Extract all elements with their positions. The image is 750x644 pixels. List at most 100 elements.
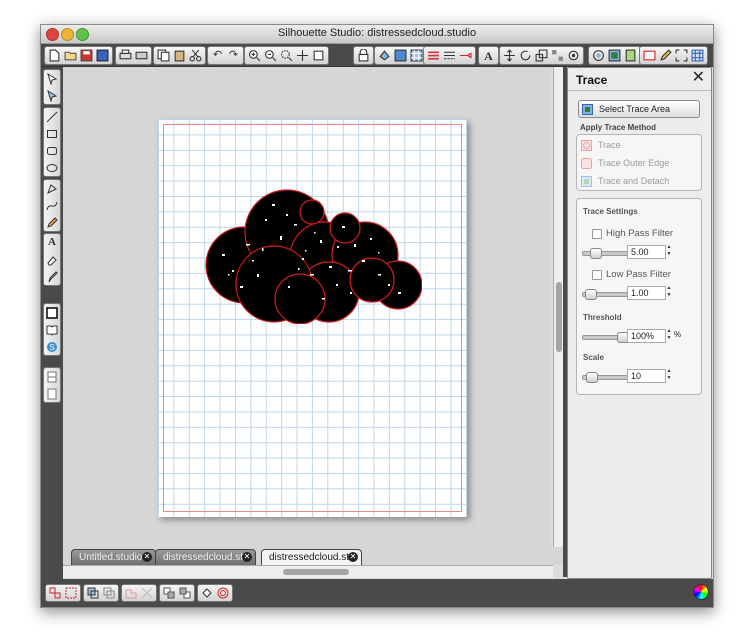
print-icon[interactable]: [118, 48, 133, 63]
copy-icon[interactable]: [156, 48, 171, 63]
compound-path-icon[interactable]: [86, 586, 100, 600]
color-wheel-icon[interactable]: [693, 584, 709, 600]
fill-color-icon[interactable]: [377, 48, 392, 63]
select-arrow-icon[interactable]: [44, 70, 60, 87]
panel-close-icon[interactable]: ✕: [692, 70, 705, 86]
high-pass-stepper[interactable]: ▲ ▼: [666, 244, 672, 258]
fullscreen-icon[interactable]: [674, 48, 689, 63]
tab-close-icon[interactable]: ✕: [142, 552, 152, 562]
page-setup-icon[interactable]: [44, 304, 60, 321]
subdivide-icon[interactable]: [140, 586, 154, 600]
vertical-scroll-thumb[interactable]: [556, 282, 562, 352]
bring-front-icon[interactable]: [162, 586, 176, 600]
zoom-out-icon[interactable]: [263, 48, 278, 63]
trace-settings-heading: Trace Settings: [583, 207, 638, 216]
ungroup-icon[interactable]: [64, 586, 78, 600]
bottom-toolbar: [41, 579, 713, 607]
paste-icon[interactable]: [172, 48, 187, 63]
pen-icon[interactable]: [658, 48, 673, 63]
fill-bucket-icon[interactable]: [200, 586, 214, 600]
scale-slider-knob[interactable]: [586, 372, 599, 383]
tab-close-icon[interactable]: ✕: [242, 552, 252, 562]
page-icon[interactable]: [623, 48, 638, 63]
threshold-stepper[interactable]: ▲ ▼: [666, 328, 672, 342]
high-pass-slider[interactable]: [582, 248, 628, 259]
knife-tool-icon[interactable]: [44, 268, 60, 285]
zoom-in-icon[interactable]: [247, 48, 262, 63]
scale-icon[interactable]: [534, 48, 549, 63]
freehand-tool-icon[interactable]: [44, 214, 60, 231]
tab-untitled[interactable]: Untitled.studio ✕: [71, 549, 156, 565]
library-book-icon[interactable]: [44, 321, 60, 338]
horizontal-scrollbar[interactable]: [63, 565, 553, 578]
design-workspace[interactable]: [63, 67, 551, 553]
pattern-icon[interactable]: [409, 48, 424, 63]
high-pass-slider-knob[interactable]: [589, 248, 602, 259]
grid-icon[interactable]: [690, 48, 705, 63]
weld-icon[interactable]: [124, 586, 138, 600]
sketch-icon[interactable]: [642, 48, 657, 63]
release-compound-icon[interactable]: [102, 586, 116, 600]
low-pass-slider-knob[interactable]: [584, 289, 597, 300]
trace-method-detach[interactable]: Trace and Detach: [581, 174, 669, 188]
scale-value-field[interactable]: 10: [627, 369, 666, 383]
panel-split-bottom-icon[interactable]: [44, 385, 60, 402]
threshold-value-field[interactable]: 100%: [627, 329, 666, 343]
text-tool-icon[interactable]: A: [44, 234, 60, 251]
fit-page-icon[interactable]: [311, 48, 326, 63]
cutting-mat-page[interactable]: [158, 119, 467, 517]
replicate-icon[interactable]: [550, 48, 565, 63]
rotate-icon[interactable]: [518, 48, 533, 63]
silhouette-store-icon[interactable]: S: [44, 338, 60, 355]
tab-distressedcloud-2[interactable]: distressedcloud.st... ✕: [261, 549, 362, 565]
tab-distressedcloud-1[interactable]: distressedcloud.st... ✕: [155, 549, 256, 565]
pan-icon[interactable]: [295, 48, 310, 63]
cut-settings-icon[interactable]: [134, 48, 149, 63]
threshold-slider[interactable]: [582, 332, 629, 343]
zoom-select-icon[interactable]: [279, 48, 294, 63]
rectangle-tool-icon[interactable]: [44, 125, 60, 142]
knife-icon[interactable]: [458, 48, 473, 63]
undo-icon[interactable]: ↶: [210, 48, 225, 63]
distressed-cloud-artwork[interactable]: [202, 174, 422, 324]
trace-method-outer-edge[interactable]: Trace Outer Edge: [581, 156, 669, 170]
high-pass-value-field[interactable]: 5.00: [627, 245, 666, 259]
scale-slider[interactable]: [582, 372, 628, 383]
low-pass-stepper[interactable]: ▲ ▼: [666, 285, 672, 299]
gradient-icon[interactable]: [393, 48, 408, 63]
eraser-tool-icon[interactable]: [44, 251, 60, 268]
high-pass-checkbox[interactable]: [592, 228, 602, 239]
text-style-icon[interactable]: A: [481, 48, 496, 63]
point-edit-icon[interactable]: [44, 87, 60, 104]
tab-close-icon[interactable]: ✕: [348, 552, 358, 562]
low-pass-checkbox[interactable]: [592, 269, 602, 280]
transform-icon[interactable]: [502, 48, 517, 63]
redo-icon[interactable]: ↷: [226, 48, 241, 63]
open-folder-icon[interactable]: [63, 48, 78, 63]
ellipse-tool-icon[interactable]: [44, 159, 60, 176]
low-pass-slider[interactable]: [582, 289, 628, 300]
low-pass-value-field[interactable]: 1.00: [627, 286, 666, 300]
line-style-icon[interactable]: [442, 48, 457, 63]
save-icon[interactable]: [79, 48, 94, 63]
line-tool-icon[interactable]: [44, 108, 60, 125]
panel-split-top-icon[interactable]: [44, 368, 60, 385]
store-icon[interactable]: [356, 48, 371, 63]
scale-stepper[interactable]: ▲ ▼: [666, 368, 672, 382]
modify-icon[interactable]: [566, 48, 581, 63]
offset-icon[interactable]: [591, 48, 606, 63]
polygon-tool-icon[interactable]: [44, 180, 60, 197]
select-trace-area-button[interactable]: Select Trace Area: [578, 100, 700, 118]
curve-tool-icon[interactable]: [44, 197, 60, 214]
line-color-icon[interactable]: [426, 48, 441, 63]
cut-scissors-icon[interactable]: [188, 48, 203, 63]
new-file-icon[interactable]: [47, 48, 62, 63]
trace-method-trace[interactable]: Trace: [581, 138, 621, 152]
group-icon[interactable]: [48, 586, 62, 600]
trace-icon[interactable]: [607, 48, 622, 63]
library-icon[interactable]: [95, 48, 110, 63]
send-back-icon[interactable]: [178, 586, 192, 600]
registration-mark-icon[interactable]: [216, 586, 230, 600]
horizontal-scroll-thumb[interactable]: [283, 569, 349, 575]
rounded-rect-tool-icon[interactable]: [44, 142, 60, 159]
